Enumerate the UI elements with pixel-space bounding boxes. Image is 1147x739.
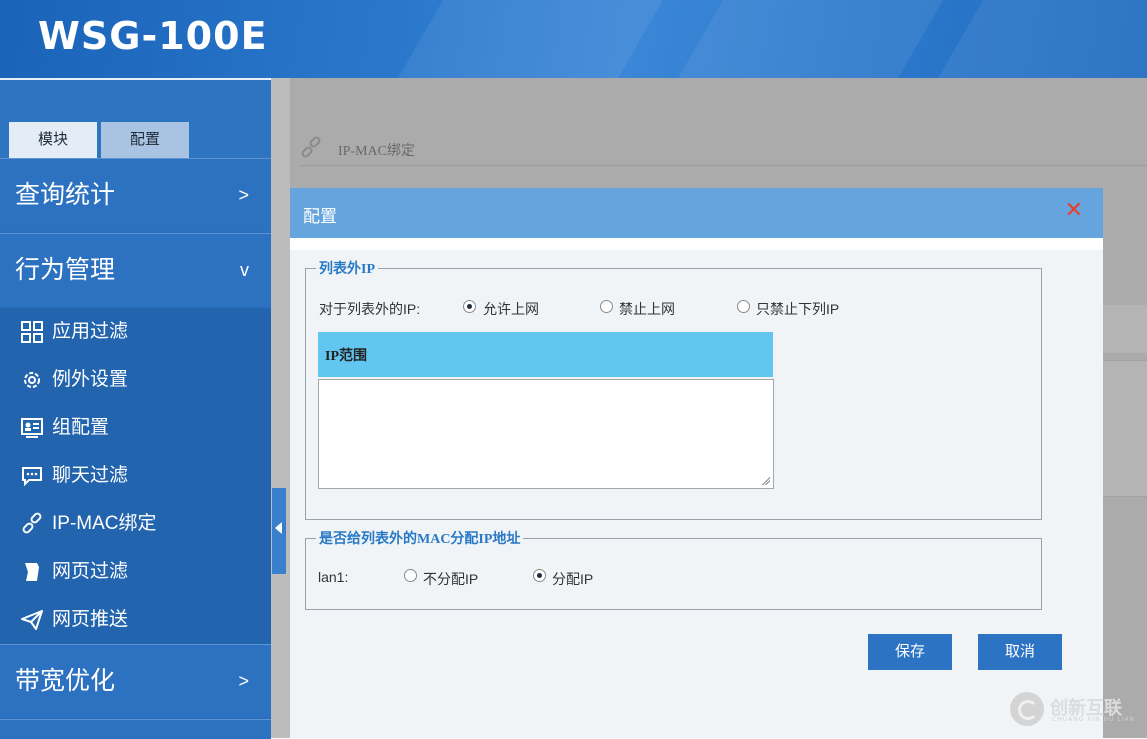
chevron-down-icon: v: [240, 260, 249, 280]
chevron-right-icon: >: [238, 671, 249, 691]
gear-icon: [24, 372, 40, 388]
ip-range-header-label: IP范围: [325, 349, 367, 364]
sidebar-tabs: 模块 配置: [0, 80, 271, 158]
sidebar-item-label: 组配置: [52, 417, 110, 438]
app-title: WSG-100E: [38, 14, 268, 58]
menu-group-label: 查询统计: [15, 181, 116, 209]
cancel-button[interactable]: 取消: [978, 634, 1062, 670]
sidebar-item-label: IP-MAC绑定: [52, 513, 157, 534]
sidebar-collapse-handle[interactable]: [272, 488, 286, 574]
send-icon: [21, 610, 43, 630]
watermark-logo: 创新互联 CHUANG XIN HU LIAN: [1010, 690, 1140, 728]
sidebar-item-ip-mac-binding[interactable]: IP-MAC绑定: [0, 500, 271, 548]
radio-label: 分配IP: [552, 571, 594, 587]
menu-group-next[interactable]: [0, 719, 271, 739]
grid-icon: [21, 321, 43, 343]
menu-group-label: 行为管理: [15, 256, 116, 284]
sidebar-item-label: 网页过滤: [52, 561, 129, 582]
section-legend: 是否给列表外的MAC分配IP地址: [319, 532, 521, 547]
header-decoration: [373, 0, 687, 78]
lan1-label: lan1:: [318, 569, 349, 585]
background-panel: [1103, 305, 1147, 353]
background-panel: [1103, 360, 1147, 497]
radio-label: 允许上网: [483, 301, 539, 317]
radio-label: 不分配IP: [423, 571, 479, 587]
sidebar-item-label: 网页推送: [52, 609, 129, 630]
radio-deny-listed-ip[interactable]: [737, 300, 750, 313]
background-divider: [300, 165, 1147, 166]
radio-no-assign-ip[interactable]: [404, 569, 417, 582]
modal-header: 配置 ✕: [290, 188, 1103, 238]
header-decoration: [653, 0, 967, 78]
sidebar-item-chat-filter[interactable]: 聊天过滤: [0, 452, 271, 500]
sidebar-item-app-filter[interactable]: 应用过滤: [0, 308, 271, 356]
radio-deny-internet[interactable]: [600, 300, 613, 313]
watermark-subtext: CHUANG XIN HU LIAN: [1052, 716, 1136, 723]
link-icon: [22, 512, 42, 534]
tab-modules[interactable]: 模块: [9, 122, 97, 158]
config-modal: 配置 ✕ 列表外IP 对于列表外的IP: 允许上网 禁止上网 只禁止下列IP I…: [290, 188, 1103, 738]
ip-range-header: IP范围: [318, 332, 773, 377]
mac-ip-assign-section: 是否给列表外的MAC分配IP地址: [305, 528, 1042, 610]
outside-ip-prompt: 对于列表外的IP:: [319, 301, 421, 317]
background-page-title: IP-MAC绑定: [338, 144, 416, 159]
radio-assign-ip[interactable]: [533, 569, 546, 582]
logo-icon: [1010, 692, 1044, 726]
menu-group-bandwidth-optimization[interactable]: 带宽优化 >: [0, 644, 271, 717]
chevron-left-icon: [275, 522, 282, 534]
menu-group-label: 带宽优化: [15, 667, 116, 695]
sidebar: 模块 配置 查询统计 > 行为管理 v 应用过滤 例外设置 组配置 聊天过滤 I…: [0, 80, 271, 739]
chat-icon: [22, 467, 42, 487]
save-button[interactable]: 保存: [868, 634, 952, 670]
close-icon[interactable]: ✕: [1065, 198, 1083, 223]
radio-allow-internet[interactable]: [463, 300, 476, 313]
resize-grip-icon[interactable]: [761, 476, 770, 485]
page-icon: [25, 563, 39, 581]
menu-group-query-stats[interactable]: 查询统计 >: [0, 158, 271, 231]
content-gutter: [271, 78, 290, 738]
modal-title: 配置: [303, 207, 337, 226]
app-header: WSG-100E: [0, 0, 1147, 78]
header-decoration: [913, 0, 1147, 78]
sidebar-item-label: 应用过滤: [52, 321, 129, 342]
ip-range-textarea[interactable]: [318, 379, 774, 489]
radio-label: 禁止上网: [619, 301, 675, 317]
link-icon: [301, 136, 321, 158]
chevron-right-icon: >: [238, 185, 249, 205]
sidebar-item-web-push[interactable]: 网页推送: [0, 596, 271, 644]
modal-header-strip: [290, 238, 1103, 250]
tab-config[interactable]: 配置: [101, 122, 189, 158]
sidebar-item-label: 聊天过滤: [52, 465, 129, 486]
section-legend: 列表外IP: [319, 262, 375, 277]
sidebar-item-exception-settings[interactable]: 例外设置: [0, 356, 271, 404]
group-card-icon: [21, 418, 43, 438]
sidebar-item-web-filter[interactable]: 网页过滤: [0, 548, 271, 596]
sidebar-item-label: 例外设置: [52, 369, 129, 390]
radio-label: 只禁止下列IP: [756, 301, 840, 317]
sidebar-item-group-config[interactable]: 组配置: [0, 404, 271, 452]
menu-group-behavior-management[interactable]: 行为管理 v: [0, 233, 271, 306]
